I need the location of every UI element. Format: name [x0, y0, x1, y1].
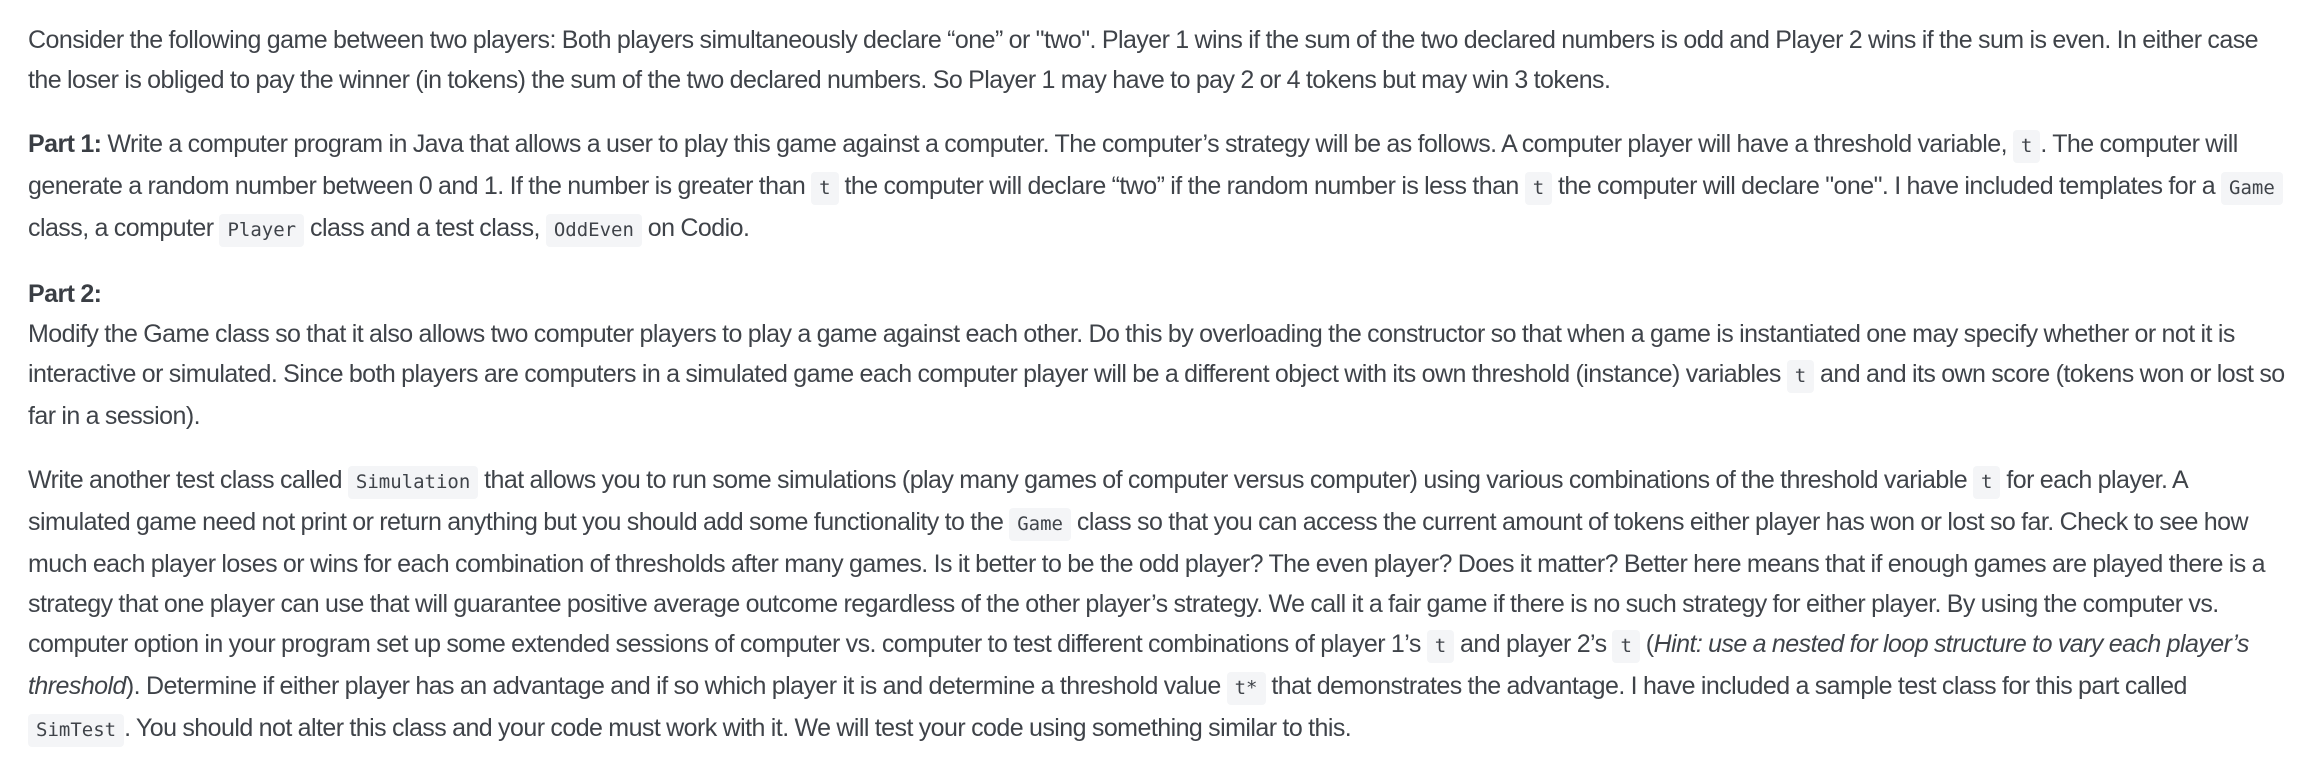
simulation-text: and player 2’s	[1454, 630, 1613, 658]
part1-text: on Codio.	[641, 214, 750, 242]
inline-code-simulation: Simulation	[347, 466, 479, 499]
inline-code-t: t	[2012, 130, 2041, 163]
intro-paragraph: Consider the following game between two …	[28, 20, 2290, 100]
inline-code-game: Game	[2221, 172, 2283, 205]
part1-text: Write a computer program in Java that al…	[101, 130, 2013, 158]
inline-code-game: Game	[1009, 508, 1071, 541]
inline-code-t-star: t*	[1226, 672, 1266, 705]
simulation-text: ). Determine if either player has an adv…	[125, 672, 1227, 700]
assignment-document: Consider the following game between two …	[28, 20, 2290, 774]
part2-heading: Part 2:	[28, 280, 102, 308]
inline-code-t: t	[1612, 630, 1640, 663]
part2-paragraph: Part 2: Modify the Game class so that it …	[28, 274, 2290, 436]
inline-code-t: t	[1786, 360, 1815, 393]
simulation-text: Write another test class called	[28, 466, 348, 494]
part1-text: class and a test class,	[304, 214, 546, 242]
inline-code-simtest: SimTest	[28, 714, 125, 747]
simulation-text: . You should not alter this class and yo…	[124, 714, 1352, 742]
simulation-paragraph: Write another test class called Simulati…	[28, 460, 2290, 750]
simulation-text: (	[1639, 630, 1654, 658]
part1-text: the computer will declare "one". I have …	[1552, 172, 2222, 200]
inline-code-t: t	[1524, 172, 1553, 205]
inline-code-t: t	[811, 172, 839, 205]
simulation-text: that demonstrates the advantage. I have …	[1265, 672, 2187, 700]
inline-code-oddeven: OddEven	[545, 214, 642, 247]
intro-text: Consider the following game between two …	[28, 26, 2259, 94]
part1-text: class, a computer	[28, 214, 220, 242]
inline-code-t: t	[1426, 630, 1455, 663]
inline-code-t: t	[1972, 466, 2001, 499]
part1-heading: Part 1:	[28, 130, 102, 158]
inline-code-player: Player	[219, 214, 305, 247]
part1-text: the computer will declare “two” if the r…	[838, 172, 1525, 200]
simulation-text: that allows you to run some simulations …	[478, 466, 1973, 494]
part1-paragraph: Part 1: Write a computer program in Java…	[28, 124, 2290, 250]
